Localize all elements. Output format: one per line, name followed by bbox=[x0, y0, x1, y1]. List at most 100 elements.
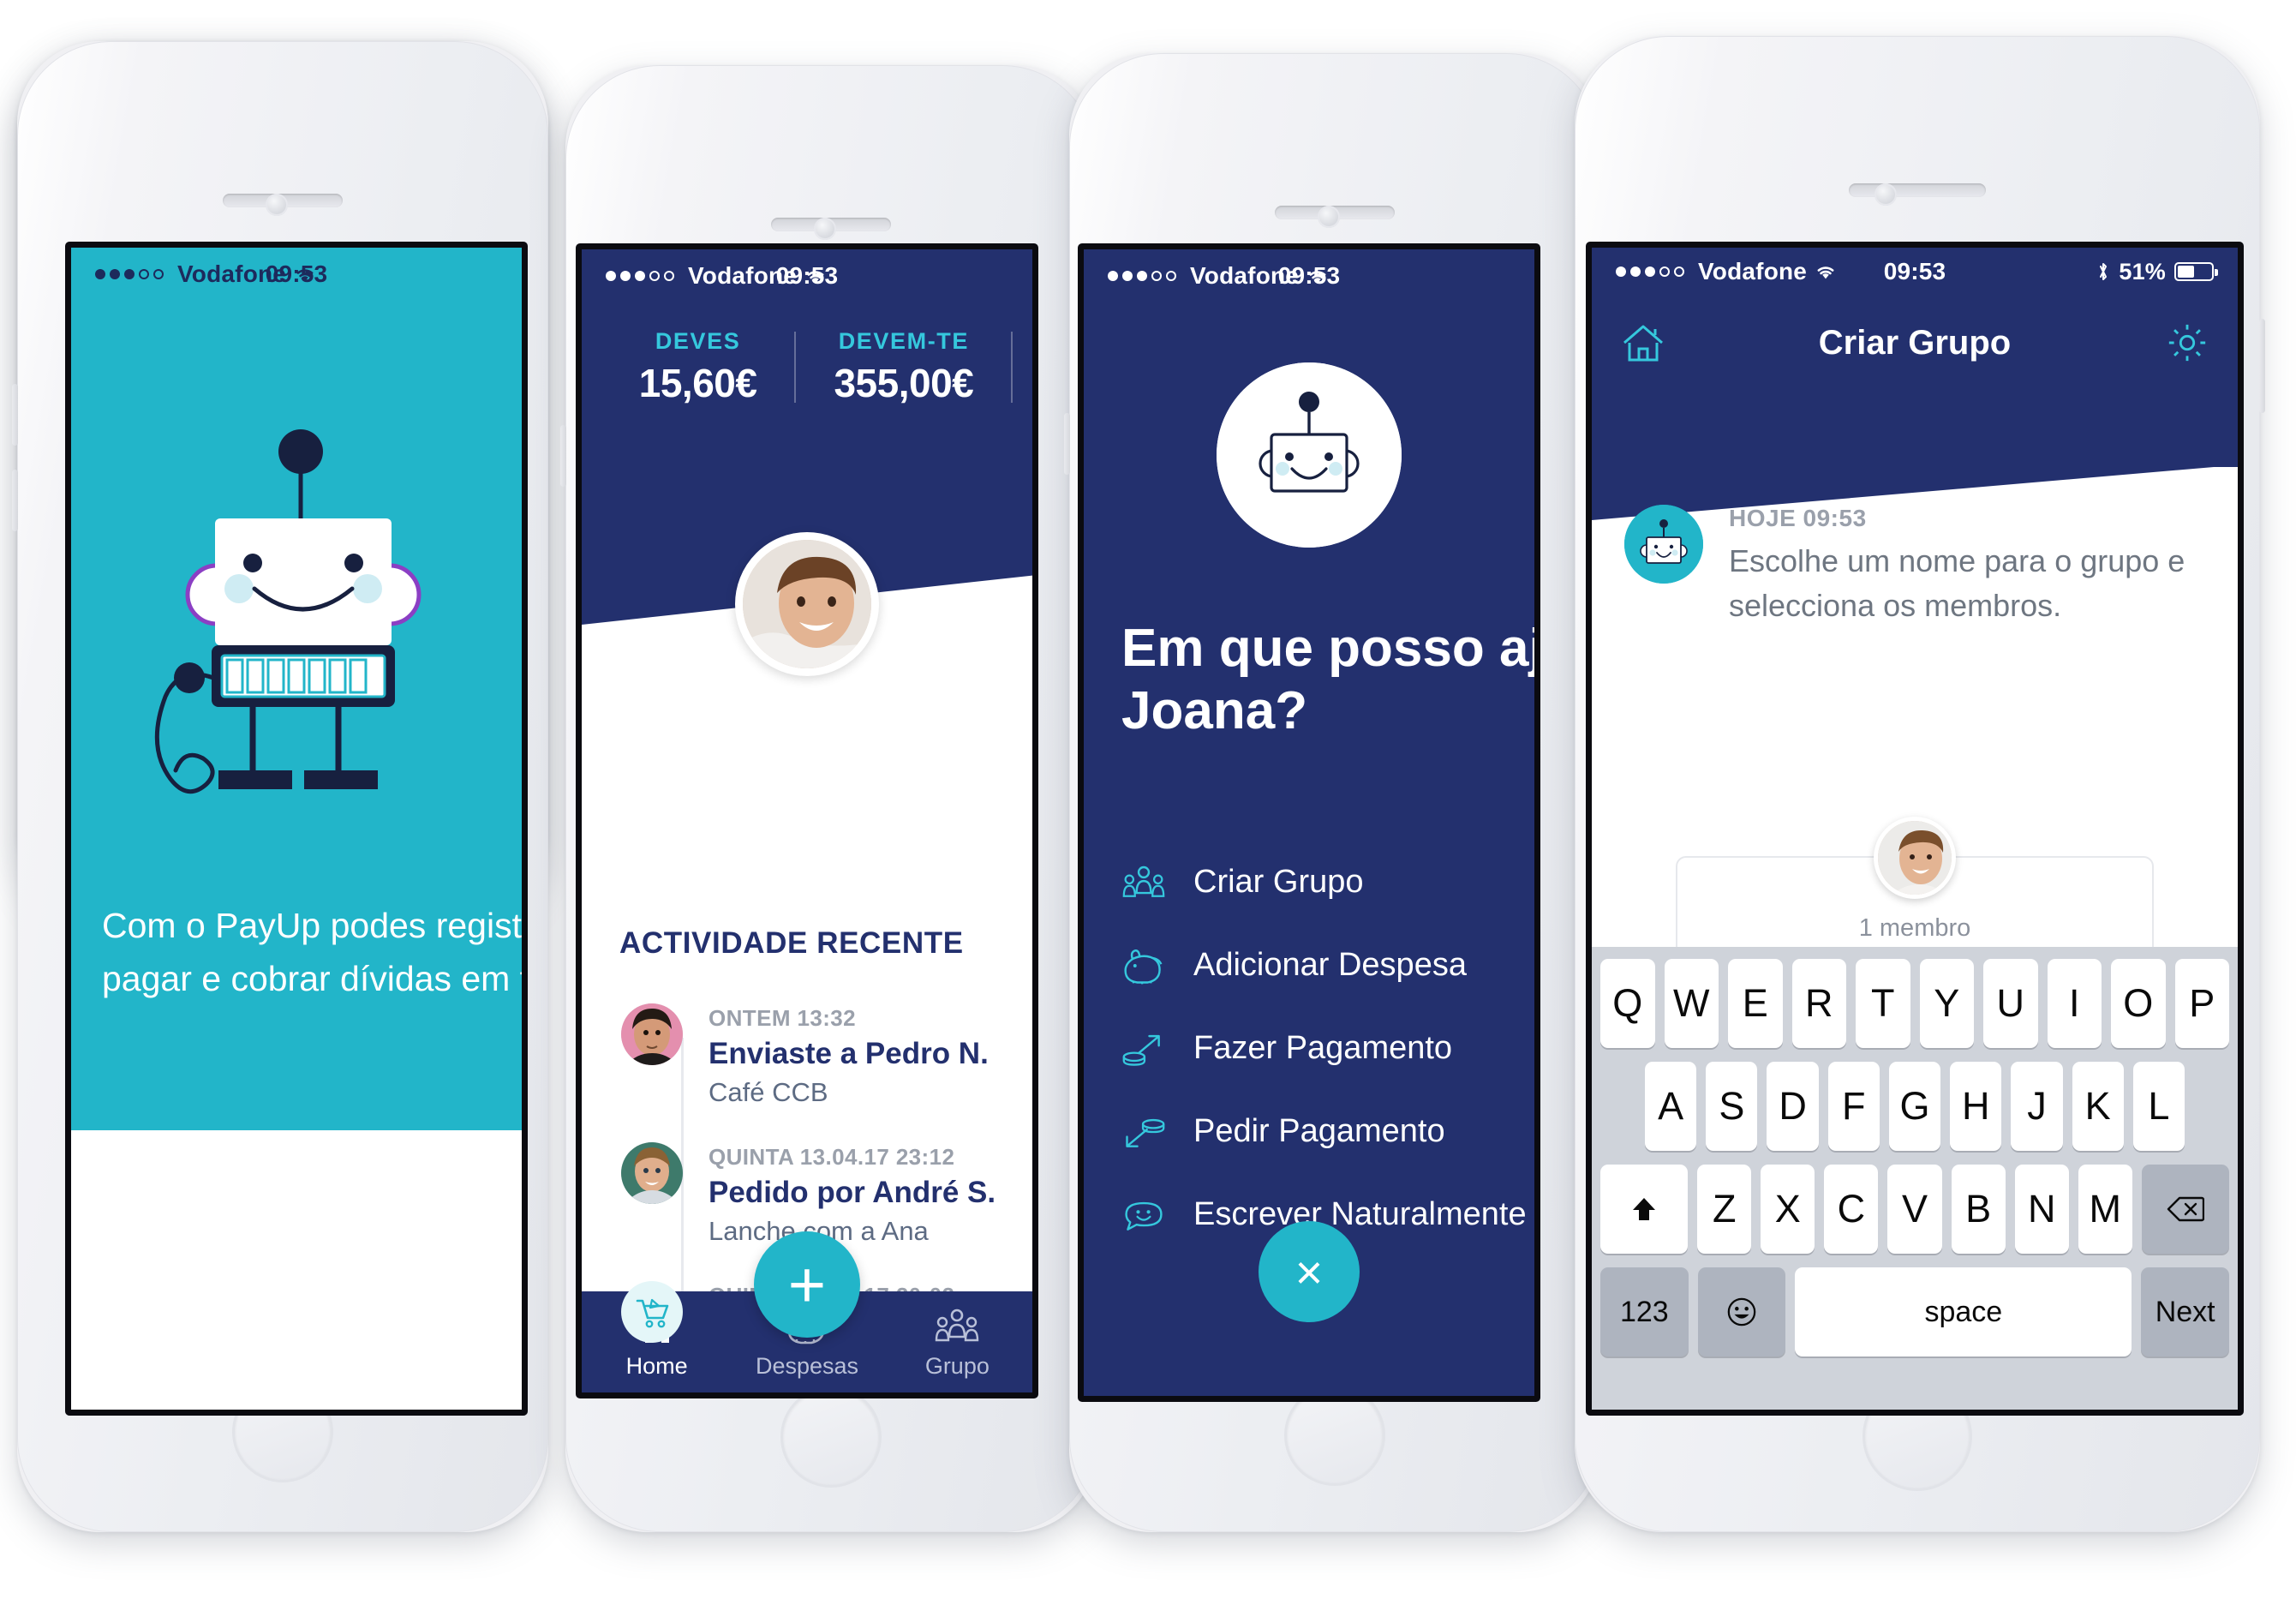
p3-status-bar: Vodafone 09:53 bbox=[1084, 249, 1534, 302]
cart-icon bbox=[621, 1281, 683, 1343]
balance-deves[interactable]: DEVES 15,60€ bbox=[601, 328, 795, 406]
section-title-recent-activity: ACTIVIDADE RECENTE bbox=[619, 926, 964, 960]
page-dot-1[interactable] bbox=[239, 1285, 254, 1299]
phone-1-camera bbox=[266, 194, 288, 216]
balance-devem-te-value: 355,00€ bbox=[834, 361, 974, 405]
key-y[interactable]: Y bbox=[1919, 959, 1974, 1048]
balance-divider-right bbox=[1011, 332, 1013, 403]
tab-grupo[interactable]: Grupo bbox=[882, 1305, 1032, 1380]
signal-strength-icon bbox=[1616, 266, 1684, 277]
p1-white-panel bbox=[71, 1130, 522, 1410]
numbers-key[interactable]: 123 bbox=[1600, 1267, 1689, 1356]
menu-item-label: Escrever Naturalmente bbox=[1193, 1196, 1527, 1232]
emoji-key[interactable] bbox=[1697, 1267, 1786, 1356]
menu-item-label: Pedir Pagamento bbox=[1193, 1113, 1445, 1149]
activity-date: ONTEM 13:32 bbox=[709, 1005, 857, 1031]
signal-strength-icon bbox=[1108, 271, 1176, 281]
key-h[interactable]: H bbox=[1950, 1062, 2002, 1151]
phone-1-volume-down-button[interactable] bbox=[12, 470, 18, 531]
phone-3-volume-button[interactable] bbox=[1064, 413, 1070, 475]
tab-grupo-label: Grupo bbox=[924, 1352, 990, 1379]
user-avatar[interactable] bbox=[735, 532, 879, 676]
add-button[interactable]: + bbox=[754, 1231, 860, 1338]
carrier-label: Vodafone bbox=[177, 261, 287, 287]
activity-title: Enviaste a Pedro N. bbox=[709, 1037, 989, 1070]
key-c[interactable]: C bbox=[1824, 1165, 1879, 1254]
key-o[interactable]: O bbox=[2111, 959, 2166, 1048]
space-key[interactable]: space bbox=[1795, 1267, 2132, 1356]
avatar bbox=[621, 1142, 683, 1204]
screenshot-stage: Vodafone 09:53 Com o PayUp podes regista… bbox=[0, 0, 2296, 1599]
wifi-icon bbox=[804, 267, 827, 284]
menu-item-criar-grupo[interactable]: Criar Grupo bbox=[1121, 841, 1517, 924]
key-z[interactable]: Z bbox=[1697, 1165, 1752, 1254]
message-line-2: selecciona os membros. bbox=[1729, 588, 2062, 624]
phone-4-camera bbox=[1874, 183, 1897, 206]
key-k[interactable]: K bbox=[2072, 1062, 2124, 1151]
key-d[interactable]: D bbox=[1767, 1062, 1819, 1151]
key-j[interactable]: J bbox=[2011, 1062, 2063, 1151]
page-dot-4[interactable] bbox=[339, 1285, 354, 1299]
key-b[interactable]: B bbox=[1951, 1165, 2006, 1254]
phone-2-volume-button[interactable] bbox=[560, 425, 566, 487]
assistant-bot-avatar bbox=[1217, 362, 1402, 548]
p1-robot-illustration bbox=[71, 359, 522, 847]
key-m[interactable]: M bbox=[2078, 1165, 2132, 1254]
menu-item-label: Adicionar Despesa bbox=[1193, 947, 1467, 983]
key-v[interactable]: V bbox=[1887, 1165, 1942, 1254]
phone-2-home-button[interactable] bbox=[780, 1386, 882, 1488]
key-t[interactable]: T bbox=[1856, 959, 1910, 1048]
assistant-bot-avatar bbox=[1624, 505, 1703, 584]
balance-deves-value: 15,60€ bbox=[638, 361, 757, 405]
menu-item-adicionar-despesa[interactable]: Adicionar Despesa bbox=[1121, 924, 1517, 1007]
p1-copy-line-1: Com o PayUp podes registar, bbox=[102, 906, 522, 945]
balance-deves-label: DEVES bbox=[655, 328, 741, 354]
page-title: Criar Grupo bbox=[1818, 323, 2012, 362]
key-u[interactable]: U bbox=[1983, 959, 2038, 1048]
avatar[interactable] bbox=[1874, 817, 1956, 899]
key-r[interactable]: R bbox=[1791, 959, 1846, 1048]
p2-status-bar: Vodafone 09:53 bbox=[582, 249, 1032, 302]
onscreen-keyboard: QWERTYUIOP ASDFGHJKL ZXCVBNM 123 space N… bbox=[1592, 947, 2238, 1410]
key-x[interactable]: X bbox=[1761, 1165, 1815, 1254]
keyboard-row-2: ASDFGHJKL bbox=[1600, 1062, 2229, 1151]
key-l[interactable]: L bbox=[2132, 1062, 2185, 1151]
phone-4-power-button[interactable] bbox=[2259, 319, 2265, 413]
p3-title-line-2: Joana? bbox=[1121, 680, 1308, 740]
backspace-key[interactable] bbox=[2141, 1165, 2230, 1254]
p1-page-dots[interactable] bbox=[71, 1285, 522, 1299]
key-n[interactable]: N bbox=[2014, 1165, 2069, 1254]
phone-4-speaker bbox=[1849, 183, 1986, 197]
key-q[interactable]: Q bbox=[1600, 959, 1655, 1048]
menu-item-label: Criar Grupo bbox=[1193, 864, 1364, 900]
key-i[interactable]: I bbox=[2047, 959, 2102, 1048]
chat-smile-icon bbox=[1121, 1196, 1166, 1234]
key-g[interactable]: G bbox=[1888, 1062, 1941, 1151]
navigation-bar: Criar Grupo bbox=[1592, 296, 2238, 390]
p1-onboarding-copy: Com o PayUp podes registar, pagar e cobr… bbox=[71, 899, 522, 1006]
message-timestamp: HOJE 09:53 bbox=[1729, 505, 1867, 531]
list-item[interactable]: ONTEM 13:32 Enviaste a Pedro N. Café CCB bbox=[582, 1003, 1032, 1142]
menu-item-fazer-pagamento[interactable]: Fazer Pagamento bbox=[1121, 1007, 1517, 1090]
key-w[interactable]: W bbox=[1664, 959, 1719, 1048]
tab-despesas-label: Despesas bbox=[755, 1352, 859, 1379]
page-dot-2[interactable] bbox=[272, 1285, 287, 1299]
key-e[interactable]: E bbox=[1728, 959, 1783, 1048]
carrier-label: Vodafone bbox=[1190, 262, 1300, 289]
balance-devem-te[interactable]: DEVEM-TE 355,00€ bbox=[796, 328, 1011, 406]
close-button[interactable]: × bbox=[1259, 1221, 1360, 1322]
message-line-1: Escolhe um nome para o grupo e bbox=[1729, 543, 2185, 578]
tab-home-label: Home bbox=[625, 1352, 688, 1379]
assistant-message: HOJE 09:53 Escolhe um nome para o grupo … bbox=[1624, 505, 2205, 628]
phone-1-volume-button[interactable] bbox=[12, 384, 18, 446]
key-s[interactable]: S bbox=[1706, 1062, 1758, 1151]
signal-strength-icon bbox=[606, 271, 674, 281]
key-a[interactable]: A bbox=[1645, 1062, 1697, 1151]
next-key[interactable]: Next bbox=[2141, 1267, 2229, 1356]
page-dot-3[interactable] bbox=[306, 1285, 320, 1299]
key-p[interactable]: P bbox=[2174, 959, 2229, 1048]
shift-key[interactable] bbox=[1599, 1165, 1689, 1254]
menu-item-label: Fazer Pagamento bbox=[1193, 1030, 1453, 1066]
menu-item-pedir-pagamento[interactable]: Pedir Pagamento bbox=[1121, 1090, 1517, 1173]
key-f[interactable]: F bbox=[1827, 1062, 1880, 1151]
